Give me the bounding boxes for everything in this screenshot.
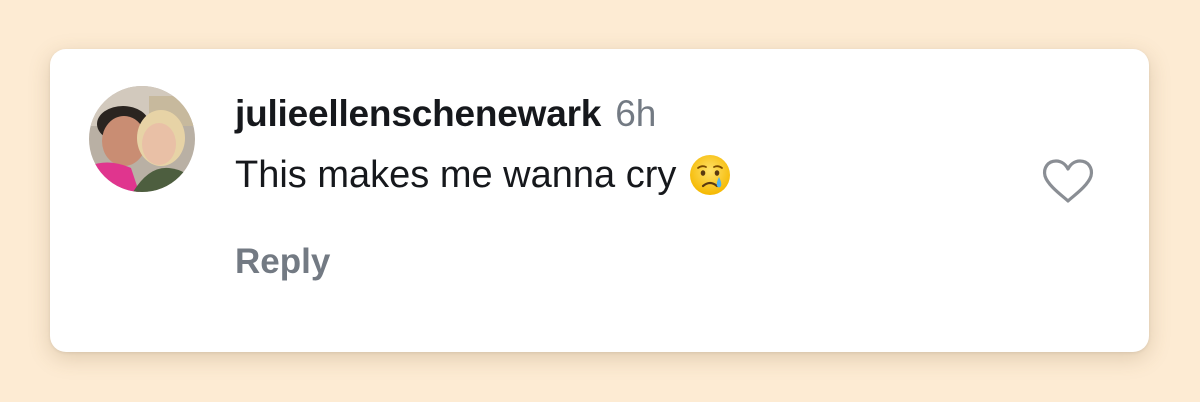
comment-content: This makes me wanna cry — [235, 151, 1029, 199]
comment-card: julieellenschenewark 6h This makes me wa… — [50, 49, 1149, 352]
avatar-photo — [89, 86, 195, 192]
heart-outline-icon — [1042, 159, 1094, 203]
timestamp[interactable]: 6h — [615, 93, 656, 135]
reply-button[interactable]: Reply — [235, 242, 330, 282]
username[interactable]: julieellenschenewark — [235, 93, 601, 135]
comment-body: julieellenschenewark 6h This makes me wa… — [235, 93, 1029, 199]
comment-text: This makes me wanna cry — [235, 153, 677, 196]
crying-face-emoji-icon — [688, 153, 732, 197]
comment-header: julieellenschenewark 6h — [235, 93, 1029, 143]
avatar[interactable] — [89, 86, 195, 192]
like-button[interactable] — [1040, 155, 1096, 207]
